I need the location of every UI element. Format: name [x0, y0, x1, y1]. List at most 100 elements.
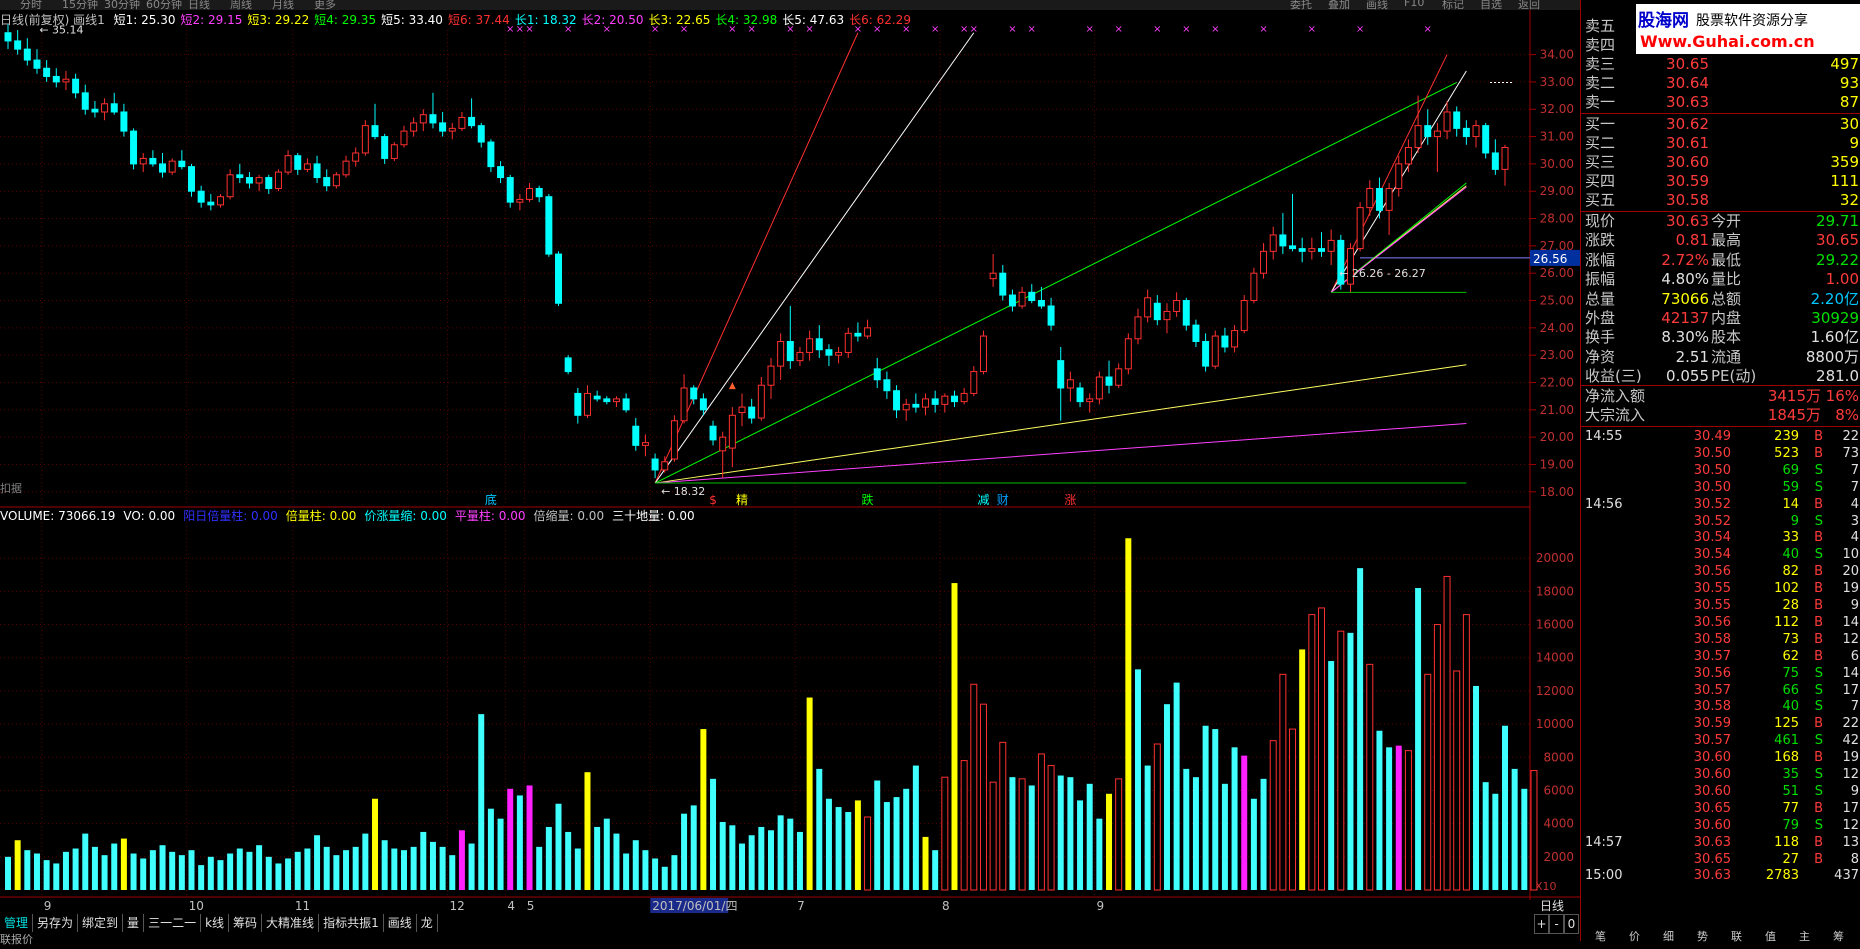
volume-bar	[864, 816, 872, 891]
candle-body	[81, 92, 89, 110]
flow-label: 净流入额	[1585, 387, 1646, 405]
zoom-button[interactable]: +	[1534, 914, 1549, 934]
candle-body	[159, 163, 167, 173]
volume-bar	[719, 821, 726, 890]
bottom-tab[interactable]: 另存为	[33, 914, 79, 932]
volume-bar	[246, 851, 253, 890]
quote-tab[interactable]: 势	[1697, 928, 1708, 944]
volume-bar	[1492, 793, 1499, 890]
fan-line	[654, 32, 975, 484]
candle-body	[1037, 300, 1045, 307]
zoom-button[interactable]: 0	[1564, 914, 1579, 934]
volume-bar	[294, 851, 301, 890]
volume-bar	[603, 818, 610, 890]
volume-axis-label: 2000	[1543, 850, 1574, 864]
volume-bar	[1173, 682, 1180, 890]
tick-volume: 118	[1774, 834, 1799, 850]
volume-bar	[62, 851, 69, 890]
tick-volume: 2783	[1765, 868, 1799, 884]
volume-bar	[236, 848, 243, 890]
tick-price: 30.57	[1693, 648, 1731, 664]
volume-bar	[256, 845, 263, 890]
kline-chart[interactable]: 34.0033.0032.0031.0030.0029.0028.0027.00…	[0, 0, 1580, 914]
tick-volume: 40	[1782, 699, 1799, 715]
volume-bar	[33, 853, 40, 890]
quote-tab[interactable]: 主	[1799, 928, 1810, 944]
candle-body	[23, 48, 31, 61]
tick-side: S	[1814, 479, 1823, 495]
candle-body	[796, 351, 804, 362]
logo-line1: 股海网	[1638, 11, 1689, 31]
buy-label: 买四	[1585, 172, 1616, 190]
tick-price: 30.55	[1693, 598, 1731, 613]
volume-bar	[159, 845, 166, 890]
buy-row: 买一 30.62 30	[1581, 115, 1860, 133]
bottom-tab[interactable]: 指标共振1	[319, 914, 384, 932]
candle-body	[699, 398, 707, 411]
quote-tab[interactable]: 联	[1731, 928, 1742, 944]
bottom-tab[interactable]: 画线	[384, 914, 417, 932]
stat-row: 收益(三) 0.055 PE(动) 281.0	[1581, 367, 1860, 385]
bottom-tab[interactable]: 龙	[417, 914, 438, 932]
candle-body	[1269, 234, 1277, 252]
candle-body	[361, 125, 369, 154]
date-axis-label: 4	[507, 899, 515, 913]
bottom-tab[interactable]: 大精准线	[262, 914, 320, 932]
candle-body	[303, 163, 311, 170]
tick-side: S	[1814, 513, 1823, 529]
candle-body	[1144, 297, 1152, 318]
candle-body	[738, 406, 746, 414]
tick-side: B	[1814, 598, 1823, 613]
tick-volume: 14	[1782, 496, 1799, 512]
candle-body	[1414, 125, 1422, 148]
volume-bar	[304, 848, 311, 890]
signal-x-marker: ×	[1259, 24, 1267, 35]
tick-count: 14	[1842, 614, 1859, 630]
date-axis-label: 12	[449, 899, 464, 913]
zoom-button[interactable]: -	[1549, 914, 1564, 934]
sell-label: 卖四	[1585, 36, 1616, 54]
volume-bar	[1347, 632, 1354, 890]
current-price-label: 26.56	[1533, 252, 1567, 266]
tick-row: 15:00 30.63 2783 437	[1581, 867, 1860, 884]
tick-volume: 66	[1782, 682, 1799, 698]
bottom-tab[interactable]: 三一二一	[144, 914, 202, 932]
volume-bar	[391, 848, 398, 890]
volume-bar	[1318, 607, 1325, 891]
candle-body	[641, 442, 649, 446]
volume-bar	[671, 855, 678, 890]
signal-label: $	[709, 493, 717, 507]
volume-bar	[1289, 728, 1297, 891]
buy-arrow-icon: ▲	[729, 381, 736, 391]
tick-volume: 27	[1782, 851, 1799, 867]
tick-price: 30.50	[1693, 445, 1731, 461]
flow-value: 1845万	[1767, 406, 1821, 424]
bottom-tab[interactable]: 管理	[0, 914, 34, 932]
volume-bar	[574, 848, 581, 890]
quote-tab[interactable]: 值	[1765, 928, 1776, 944]
candle-body	[390, 144, 398, 159]
tick-row: 30.55 102 B 19	[1581, 580, 1860, 597]
buy-row: 买五 30.58 32	[1581, 191, 1860, 209]
tick-price: 30.60	[1693, 817, 1731, 833]
candle-body	[1134, 316, 1142, 340]
tick-row: 30.56 112 B 14	[1581, 614, 1860, 631]
volume-bar	[652, 858, 659, 890]
volume-bar	[729, 825, 736, 890]
quote-tab[interactable]: 细	[1663, 928, 1674, 944]
candle-body	[294, 155, 302, 170]
tick-price: 30.52	[1693, 513, 1731, 529]
bottom-tab[interactable]: k线	[201, 914, 230, 932]
quote-tab[interactable]: 笔	[1595, 928, 1606, 944]
candle-body	[1327, 239, 1335, 252]
sell-volume: 93	[1839, 74, 1859, 92]
quote-tab[interactable]: 价	[1629, 928, 1640, 944]
tick-volume: 33	[1782, 530, 1799, 546]
tick-price: 30.58	[1693, 699, 1731, 715]
bottom-tab[interactable]: 筹码	[229, 914, 263, 932]
tick-price: 30.60	[1693, 767, 1731, 782]
tick-side: S	[1814, 783, 1823, 799]
quote-tab[interactable]: 筹	[1833, 928, 1844, 944]
bottom-tab[interactable]: 绑定到	[78, 914, 124, 932]
bottom-tab[interactable]: 量	[123, 914, 145, 932]
